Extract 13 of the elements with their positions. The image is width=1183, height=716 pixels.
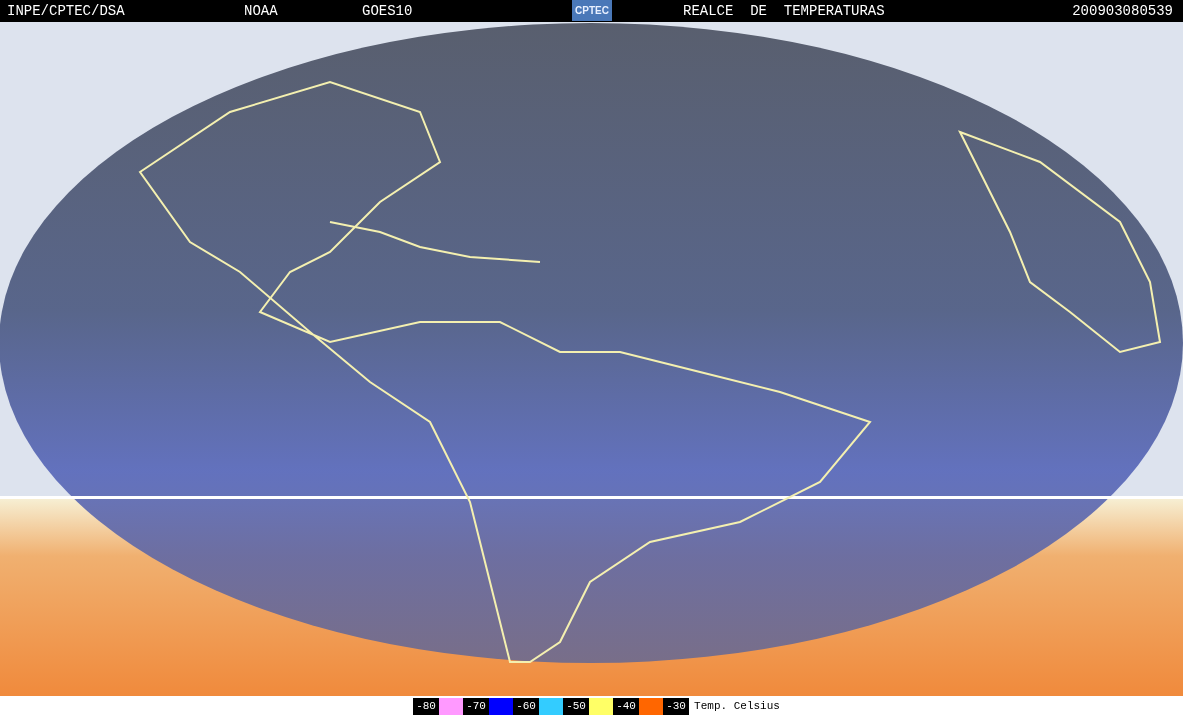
logo: CPTEC [572,0,612,21]
legend-label: -60 [513,697,540,715]
legend-label: -70 [463,697,490,715]
legend-label: -50 [563,697,590,715]
legend-caption: Temp. Celsius [694,698,780,714]
agency-label: NOAA [244,1,278,21]
timestamp-label: 200903080539 [1072,1,1173,21]
legend-label: -80 [413,697,440,715]
legend-label: -40 [613,697,640,715]
source-label: INPE/CPTEC/DSA [7,1,125,21]
satellite-label: GOES10 [362,1,413,21]
product-label: REALCE DE TEMPERATURAS [683,1,885,21]
legend-label: -30 [663,697,690,715]
